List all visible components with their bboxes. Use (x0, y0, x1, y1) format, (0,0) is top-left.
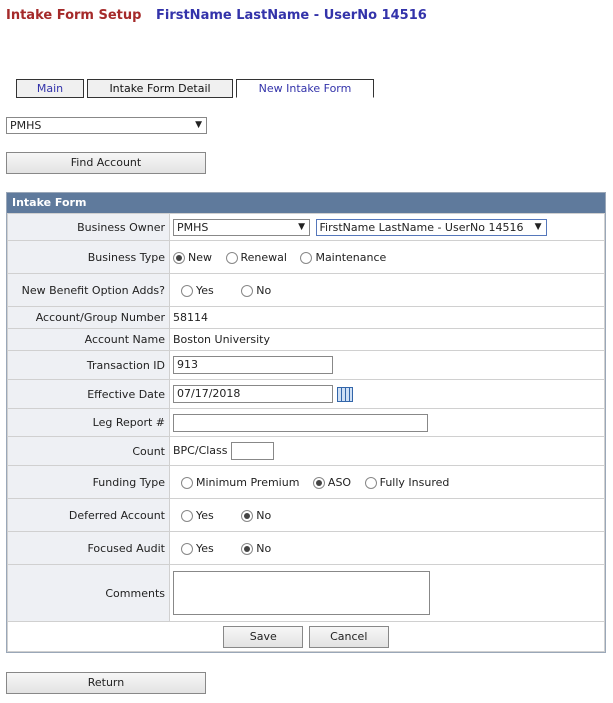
cancel-button[interactable]: Cancel (308, 625, 389, 648)
benefit-adds-yes[interactable]: Yes (181, 284, 214, 297)
chevron-down-icon: ▼ (195, 120, 202, 130)
business-type-renewal-label: Renewal (240, 250, 287, 264)
focused-audit-yes-label: Yes (196, 541, 214, 555)
business-type-label: Business Type (7, 240, 170, 274)
radio-icon[interactable] (181, 284, 193, 297)
count-input[interactable] (231, 442, 275, 460)
radio-icon[interactable] (181, 509, 193, 522)
deferred-account-cell: Yes No (169, 498, 605, 532)
radio-selected-icon[interactable] (312, 476, 325, 489)
calendar-icon[interactable] (337, 386, 353, 402)
funding-type-minimum-premium-label: Minimum Premium (196, 475, 300, 489)
intake-form-panel: Intake Form Business Owner PMHS ▼ FirstN… (6, 192, 606, 653)
funding-type-fully-insured-label: Fully Insured (379, 475, 450, 489)
count-sub-label: BPC/Class (173, 444, 228, 457)
deferred-account-label: Deferred Account (7, 498, 170, 532)
save-button[interactable]: Save (223, 625, 304, 648)
account-name-value: Boston University (169, 328, 605, 351)
top-business-select-value: PMHS (10, 119, 42, 132)
transaction-id-cell: 913 (169, 350, 605, 380)
focused-audit-cell: Yes No (169, 531, 605, 565)
radio-selected-icon[interactable] (173, 251, 185, 264)
deferred-account-no-label: No (256, 508, 272, 522)
user-label: FirstName LastName - UserNo 14516 (155, 8, 427, 23)
comments-textarea[interactable] (173, 571, 430, 615)
panel-title: Intake Form (7, 193, 605, 213)
funding-type-label: Funding Type (7, 465, 170, 499)
business-owner-user-select-value: FirstName LastName - UserNo 14516 (319, 220, 524, 234)
business-owner-label: Business Owner (7, 213, 170, 241)
intake-form-table: Business Owner PMHS ▼ FirstName LastName… (7, 213, 605, 652)
transaction-id-label: Transaction ID (7, 350, 170, 380)
chevron-down-icon: ▼ (534, 221, 542, 232)
radio-selected-icon[interactable] (241, 542, 254, 555)
effective-date-input[interactable]: 07/17/2018 (173, 385, 333, 403)
effective-date-cell: 07/17/2018 (169, 379, 605, 409)
funding-type-minimum-premium[interactable]: Minimum Premium (181, 476, 299, 489)
form-actions: Save Cancel (7, 621, 605, 652)
top-business-select[interactable]: PMHS ▼ (6, 117, 207, 134)
page-title: Intake Form Setup (6, 8, 142, 23)
tab-new-intake-form[interactable]: New Intake Form (236, 79, 374, 98)
deferred-account-yes[interactable]: Yes (181, 509, 214, 522)
business-type-cell: New Renewal Maintenance (169, 240, 605, 274)
account-number-label: Account/Group Number (7, 306, 170, 329)
focused-audit-no[interactable]: No (241, 542, 271, 555)
leg-report-label: Leg Report # (7, 408, 170, 437)
benefit-adds-no[interactable]: No (241, 284, 271, 297)
page-header: Intake Form Setup FirstName LastName - U… (6, 8, 427, 23)
comments-cell (169, 564, 605, 622)
transaction-id-input[interactable]: 913 (173, 356, 333, 374)
funding-type-aso-label: ASO (327, 475, 352, 489)
tab-main[interactable]: Main (16, 79, 84, 98)
return-button[interactable]: Return (6, 672, 206, 694)
radio-icon[interactable] (181, 542, 193, 555)
focused-audit-no-label: No (256, 541, 272, 555)
leg-report-input[interactable] (173, 413, 428, 432)
benefit-adds-cell: Yes No (169, 273, 605, 307)
chevron-down-icon: ▼ (298, 221, 305, 232)
account-number-value: 58114 (169, 306, 605, 329)
radio-icon[interactable] (181, 476, 193, 489)
leg-report-cell (169, 408, 605, 437)
business-owner-select-value: PMHS (177, 220, 209, 234)
benefit-adds-label: New Benefit Option Adds? (7, 273, 170, 307)
business-type-renewal[interactable]: Renewal (225, 250, 287, 264)
count-cell: BPC/Class (169, 436, 605, 466)
account-name-label: Account Name (7, 328, 170, 351)
find-account-button[interactable]: Find Account (6, 152, 206, 174)
business-owner-cell: PMHS ▼ FirstName LastName - UserNo 14516… (169, 213, 605, 241)
effective-date-label: Effective Date (7, 379, 170, 409)
business-owner-select[interactable]: PMHS ▼ (173, 218, 310, 236)
deferred-account-no[interactable]: No (241, 509, 271, 522)
benefit-adds-no-label: No (256, 283, 272, 297)
business-type-maintenance[interactable]: Maintenance (300, 251, 386, 264)
radio-icon[interactable] (225, 251, 238, 264)
funding-type-fully-insured[interactable]: Fully Insured (364, 475, 450, 489)
comments-label: Comments (7, 564, 170, 622)
radio-icon[interactable] (241, 284, 254, 297)
benefit-adds-yes-label: Yes (196, 283, 214, 297)
deferred-account-yes-label: Yes (196, 508, 214, 522)
focused-audit-yes[interactable]: Yes (181, 542, 214, 555)
funding-type-cell: Minimum Premium ASO Fully Insured (169, 465, 605, 499)
business-owner-user-select[interactable]: FirstName LastName - UserNo 14516 ▼ (315, 218, 547, 236)
radio-selected-icon[interactable] (241, 509, 254, 522)
funding-type-aso[interactable]: ASO (312, 475, 352, 489)
business-type-new-label: New (188, 250, 212, 264)
business-type-maintenance-label: Maintenance (315, 250, 387, 264)
business-type-new[interactable]: New (173, 251, 212, 264)
radio-icon[interactable] (364, 476, 377, 489)
tab-intake-form-detail[interactable]: Intake Form Detail (87, 79, 233, 98)
count-label: Count (7, 436, 170, 466)
radio-icon[interactable] (300, 251, 313, 264)
focused-audit-label: Focused Audit (7, 531, 170, 565)
